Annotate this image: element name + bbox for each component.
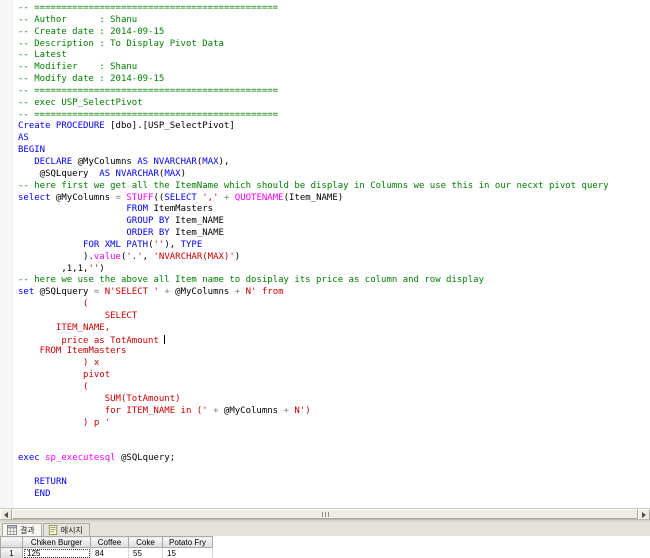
code-line[interactable]: -- Modify date : 2014-09-15	[18, 74, 609, 86]
editor-horizontal-scrollbar[interactable]	[0, 508, 650, 520]
tab-messages[interactable]: 메시지	[42, 523, 90, 536]
scrollbar-thumb[interactable]	[12, 509, 638, 519]
scrollbar-grip-icon	[327, 511, 329, 517]
scrollbar-grip-icon	[324, 511, 326, 517]
code-line[interactable]: ITEM_NAME,	[18, 323, 609, 335]
code-line[interactable]: set @SQLquery = N'SELECT ' + @MyColumns …	[18, 287, 609, 299]
code-line[interactable]: ,1,1,'')	[18, 264, 609, 276]
editor-selection-margin	[0, 0, 13, 508]
code-line[interactable]: ) p '	[18, 418, 609, 430]
grid-column-header[interactable]: Chiken Burger	[22, 536, 91, 548]
tab-messages-label: 메시지	[60, 525, 83, 535]
messages-icon	[48, 525, 57, 535]
code-line[interactable]: price as TotAmount	[18, 334, 609, 347]
code-line[interactable]: for ITEM_NAME in (' + @MyColumns + N')	[18, 406, 609, 418]
sql-query-editor[interactable]: -- =====================================…	[0, 0, 650, 508]
grid-row-header[interactable]: 1	[0, 547, 23, 558]
results-grid: Chiken Burger Coffee Coke Potato Fry 1 125 84…	[0, 536, 650, 558]
code-line[interactable]: RETURN	[18, 477, 609, 489]
code-line[interactable]: -- Latest	[18, 50, 609, 62]
scroll-left-arrow-icon	[4, 511, 8, 518]
code-line[interactable]: -- exec USP_SelectPivot	[18, 98, 609, 110]
code-line[interactable]: -- Create date : 2014-09-15	[18, 27, 609, 39]
code-line[interactable]: -- =====================================…	[18, 110, 609, 122]
code-line[interactable]: ).value('.', 'NVARCHAR(MAX)')	[18, 252, 609, 264]
grid-column-header[interactable]: Coffee	[90, 536, 129, 548]
results-tab-bar: 결과 메시지	[0, 522, 650, 536]
grid-cell[interactable]: 55	[128, 547, 163, 558]
code-line[interactable]: -- Description : To Display Pivot Data	[18, 39, 609, 51]
tab-results-label: 결과	[20, 525, 35, 535]
code-line[interactable]: ORDER BY Item_NAME	[18, 228, 609, 240]
code-line[interactable]: pivot	[18, 370, 609, 382]
tab-results[interactable]: 결과	[2, 523, 42, 536]
grid-cell[interactable]: 84	[90, 547, 129, 558]
code-line[interactable]: (	[18, 299, 609, 311]
code-line[interactable]: -- here first we get all the ItemName wh…	[18, 181, 609, 193]
code-line[interactable]: FROM ItemMasters	[18, 346, 609, 358]
code-line[interactable]: AS	[18, 133, 609, 145]
scrollbar-track[interactable]	[12, 509, 638, 519]
ssms-window: -- =====================================…	[0, 0, 650, 558]
code-line[interactable]: SELECT	[18, 311, 609, 323]
code-line[interactable]: ) x	[18, 358, 609, 370]
code-line[interactable]: FOR XML PATH(''), TYPE	[18, 240, 609, 252]
grid-body: 1 125 84 55 15	[0, 547, 213, 558]
code-line[interactable]: END	[18, 489, 609, 501]
code-line[interactable]	[18, 429, 609, 441]
grid-cell[interactable]: 15	[162, 547, 213, 558]
code-line[interactable]: -- =====================================…	[18, 86, 609, 98]
grid-row: 1 125 84 55 15	[0, 547, 213, 558]
code-line[interactable]: Create PROCEDURE [dbo].[USP_SelectPivot]	[18, 121, 609, 133]
results-grid-icon	[7, 525, 17, 535]
code-line[interactable]: FROM ItemMasters	[18, 204, 609, 216]
code-line[interactable]	[18, 465, 609, 477]
text-cursor	[164, 334, 166, 344]
code-line[interactable]: -- here we use the above all Item name t…	[18, 275, 609, 287]
code-line[interactable]: -- =====================================…	[18, 3, 609, 15]
grid-header-row: Chiken Burger Coffee Coke Potato Fry	[0, 536, 213, 548]
code-line[interactable]: -- Author : Shanu	[18, 15, 609, 27]
scroll-right-arrow-icon	[642, 511, 646, 518]
results-table: Chiken Burger Coffee Coke Potato Fry 1 125 84…	[0, 536, 213, 558]
scrollbar-grip-icon	[321, 511, 323, 517]
code-line[interactable]: (	[18, 382, 609, 394]
results-pane: 결과 메시지 Chiken Burger Coffee Coke Potato Fry	[0, 522, 650, 558]
code-line[interactable]: SUM(TotAmount)	[18, 394, 609, 406]
grid-column-header[interactable]: Coke	[128, 536, 163, 548]
grid-column-header[interactable]: Potato Fry	[162, 536, 213, 548]
code-area[interactable]: -- =====================================…	[18, 3, 609, 500]
code-line[interactable]: exec sp_executesql @SQLquery;	[18, 453, 609, 465]
code-line[interactable]	[18, 441, 609, 453]
grid-corner-cell[interactable]	[0, 536, 23, 548]
code-line[interactable]: DECLARE @MyColumns AS NVARCHAR(MAX),	[18, 157, 609, 169]
code-line[interactable]: BEGIN	[18, 145, 609, 157]
grid-cell[interactable]: 125	[22, 547, 91, 558]
code-line[interactable]: GROUP BY Item_NAME	[18, 216, 609, 228]
code-line[interactable]: select @MyColumns = STUFF((SELECT ',' + …	[18, 193, 609, 205]
code-line[interactable]: @SQLquery AS NVARCHAR(MAX)	[18, 169, 609, 181]
code-line[interactable]: -- Modifier : Shanu	[18, 62, 609, 74]
